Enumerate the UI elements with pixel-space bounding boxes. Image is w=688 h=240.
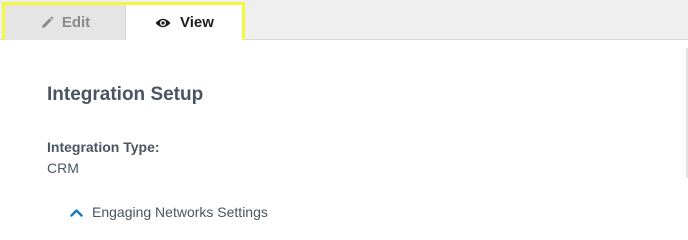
integration-type-label: Integration Type:: [47, 139, 160, 155]
tab-edit[interactable]: Edit: [5, 5, 126, 40]
tab-view[interactable]: View: [127, 5, 242, 40]
integration-type-value: CRM: [47, 160, 79, 176]
section-toggle-label: Engaging Networks Settings: [92, 204, 268, 220]
eye-icon: [155, 17, 171, 29]
tab-edit-label: Edit: [61, 14, 91, 31]
engaging-networks-settings-toggle[interactable]: Engaging Networks Settings: [70, 204, 268, 220]
tab-view-label: View: [180, 14, 214, 31]
page-title: Integration Setup: [47, 84, 204, 105]
edit-view-toggle: Edit View: [2, 2, 245, 43]
chevron-up-icon: [70, 208, 83, 217]
pencil-icon: [40, 16, 54, 30]
